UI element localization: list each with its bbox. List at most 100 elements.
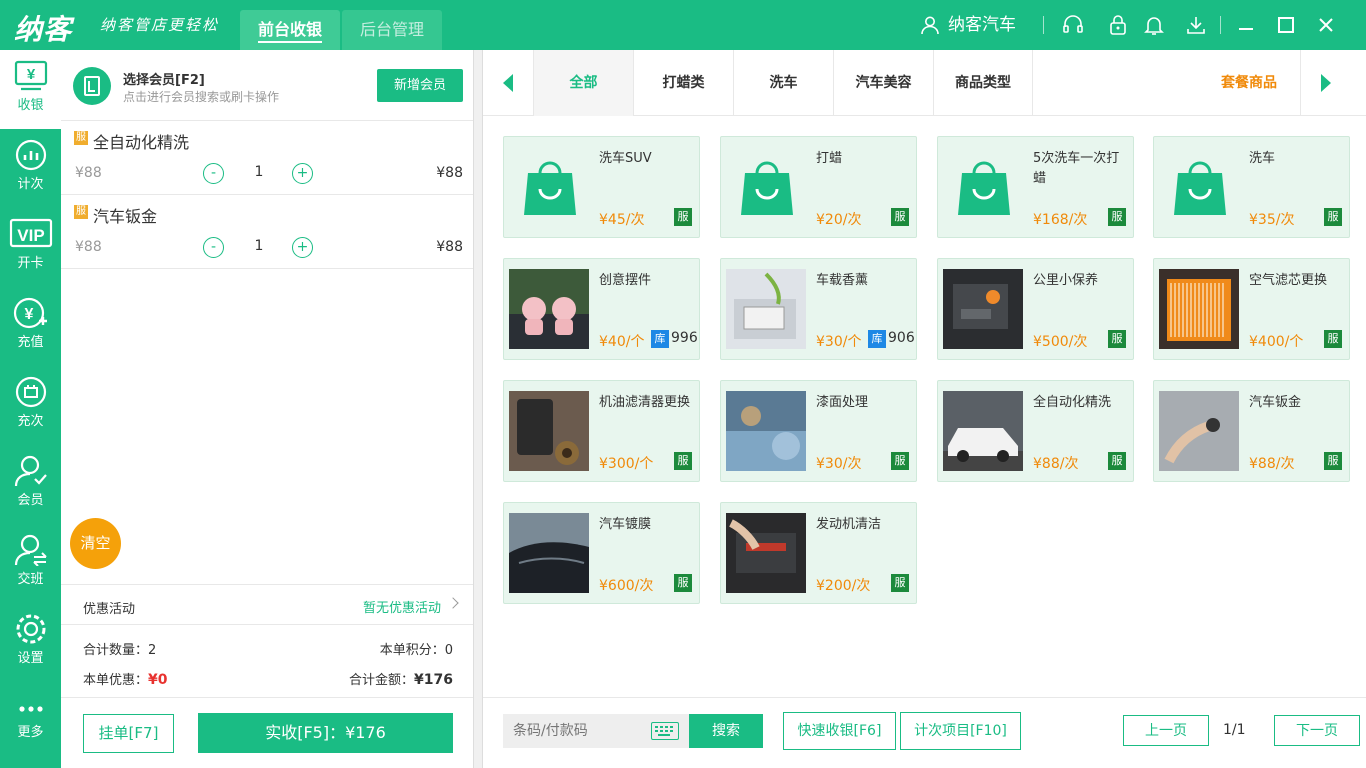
product-card[interactable]: 打蜡 ¥20/次 服 <box>720 136 917 238</box>
sidebar-item-settings[interactable]: 设置 <box>0 603 61 682</box>
product-card[interactable]: 发动机清洁 ¥200/次 服 <box>720 502 917 604</box>
product-name: 5次洗车一次打蜡 <box>1033 151 1120 186</box>
cart-panel: 选择会员[F2] 点击进行会员搜索或刷卡操作 新增会员 服 全自动化精洗 ¥88… <box>61 50 473 768</box>
sidebar-item-shift[interactable]: 交班 <box>0 524 61 603</box>
promo-value: 暂无优惠活动 <box>362 601 441 616</box>
order-points: 本单积分：0 <box>380 639 453 658</box>
member-title: 选择会员[F2] <box>123 73 205 88</box>
product-price: ¥30/个 <box>816 334 862 350</box>
sidebar-label: 更多 <box>17 725 44 740</box>
sidebar-item-more[interactable]: 更多 <box>0 689 61 768</box>
member-selector[interactable]: 选择会员[F2] 点击进行会员搜索或刷卡操作 新增会员 <box>61 50 473 121</box>
total-qty-label: 合计数量： <box>83 643 149 658</box>
maximize-icon[interactable] <box>1275 14 1297 36</box>
tab-combo[interactable]: 套餐商品 <box>1199 50 1299 116</box>
shopping-bag-icon <box>958 161 1010 215</box>
add-member-button[interactable]: 新增会员 <box>377 69 463 102</box>
decrease-qty-button[interactable]: - <box>203 237 224 258</box>
sidebar-item-count[interactable]: 计次 <box>0 129 61 208</box>
product-card[interactable]: 公里小保养 ¥500/次 服 <box>937 258 1134 360</box>
shopping-bag-icon <box>1174 161 1226 215</box>
product-card[interactable]: 空气滤芯更换 ¥400/个 服 <box>1153 258 1350 360</box>
barcode-input[interactable] <box>503 714 643 748</box>
lock-icon[interactable] <box>1107 14 1129 36</box>
product-card[interactable]: 洗车 ¥35/次 服 <box>1153 136 1350 238</box>
decrease-qty-button[interactable]: - <box>203 163 224 184</box>
tab-car-wash[interactable]: 洗车 <box>733 50 833 116</box>
increase-qty-button[interactable]: + <box>292 237 313 258</box>
product-photo <box>726 269 806 349</box>
sidebar-item-open-card[interactable]: VIP 开卡 <box>0 208 61 287</box>
pay-button[interactable]: 实收[F5]：¥176 <box>198 713 453 753</box>
product-card[interactable]: 汽车钣金 ¥88/次 服 <box>1153 380 1350 482</box>
service-badge: 服 <box>674 452 692 470</box>
product-card[interactable]: 机油滤清器更换 ¥300/个 服 <box>503 380 700 482</box>
cart-item-price: ¥88 <box>75 239 102 255</box>
settings-icon <box>16 614 45 644</box>
product-card[interactable]: 创意摆件 ¥40/个库 996 <box>503 258 700 360</box>
search-button[interactable]: 搜索 <box>689 714 763 748</box>
sidebar-item-recharge-count[interactable]: 充次 <box>0 366 61 445</box>
search-box <box>503 714 689 748</box>
tab-car-beauty[interactable]: 汽车美容 <box>833 50 933 116</box>
product-name: 发动机清洁 <box>816 517 882 532</box>
panel-splitter[interactable] <box>473 50 483 768</box>
product-photo <box>509 269 589 349</box>
service-badge: 服 <box>1108 208 1126 226</box>
stock-count: 库 996 <box>651 330 698 348</box>
stock-count: 库 906 <box>868 330 915 348</box>
user-menu[interactable]: 纳客汽车 <box>920 0 1016 50</box>
sidebar-item-recharge[interactable]: ¥ 充值 <box>0 287 61 366</box>
product-card[interactable]: 5次洗车一次打蜡 ¥168/次 服 <box>937 136 1134 238</box>
next-page-button[interactable]: 下一页 <box>1274 715 1360 746</box>
product-card[interactable]: 车载香薰 ¥30/个库 906 <box>720 258 917 360</box>
sidebar-item-cashier[interactable]: ¥ 收银 <box>0 50 61 129</box>
product-price: ¥200/次 <box>816 578 871 594</box>
count-items-button[interactable]: 计次项目[F10] <box>900 712 1021 750</box>
product-card[interactable]: 全自动化精洗 ¥88/次 服 <box>937 380 1134 482</box>
product-photo <box>726 513 806 593</box>
tab-back-office[interactable]: 后台管理 <box>342 10 442 50</box>
product-card[interactable]: 洗车SUV ¥45/次 服 <box>503 136 700 238</box>
product-photo <box>1159 391 1239 471</box>
tab-front-cashier[interactable]: 前台收银 <box>240 10 340 50</box>
app-logo: 纳客 <box>14 13 73 46</box>
keyboard-icon[interactable] <box>651 722 679 740</box>
quick-pay-button[interactable]: 快速收银[F6] <box>783 712 896 750</box>
bell-icon[interactable] <box>1143 14 1165 36</box>
cart-item-name: 全自动化精洗 <box>93 133 190 152</box>
product-photo <box>943 391 1023 471</box>
cart-item-total: ¥88 <box>436 239 463 255</box>
category-prev-button[interactable] <box>483 50 533 116</box>
tab-goods-type[interactable]: 商品类型 <box>933 50 1033 116</box>
service-badge: 服 <box>1324 452 1342 470</box>
prev-page-button[interactable]: 上一页 <box>1123 715 1209 746</box>
close-icon[interactable] <box>1315 14 1337 36</box>
product-name: 机油滤清器更换 <box>599 395 691 410</box>
category-next-button[interactable] <box>1300 50 1350 116</box>
clear-cart-button[interactable]: 清空 <box>70 518 121 569</box>
sidebar-item-member[interactable]: 会员 <box>0 445 61 524</box>
tab-all[interactable]: 全部 <box>533 50 633 116</box>
product-image <box>956 159 1012 221</box>
svg-text:¥: ¥ <box>24 306 33 323</box>
cart-item-qty[interactable]: 1 <box>249 164 269 180</box>
arrow-left-icon <box>503 74 513 92</box>
product-card[interactable]: 汽车镀膜 ¥600/次 服 <box>503 502 700 604</box>
promo-label: 优惠活动 <box>83 602 136 617</box>
cart-item[interactable]: 服 全自动化精洗 ¥88 - 1 + ¥88 <box>61 121 473 195</box>
minimize-icon[interactable] <box>1235 14 1257 36</box>
product-price: ¥45/次 <box>599 212 645 228</box>
product-photo <box>509 391 589 471</box>
promotion-row[interactable]: 优惠活动 暂无优惠活动 <box>61 584 473 625</box>
headset-icon[interactable] <box>1062 14 1084 36</box>
cart-item[interactable]: 服 汽车钣金 ¥88 - 1 + ¥88 <box>61 195 473 269</box>
increase-qty-button[interactable]: + <box>292 163 313 184</box>
cart-item-qty[interactable]: 1 <box>249 238 269 254</box>
download-icon[interactable] <box>1185 14 1207 36</box>
cashier-icon: ¥ <box>14 60 47 91</box>
service-badge: 服 <box>1108 330 1126 348</box>
tab-waxing[interactable]: 打蜡类 <box>633 50 733 116</box>
hold-order-button[interactable]: 挂单[F7] <box>83 714 174 753</box>
product-card[interactable]: 漆面处理 ¥30/次 服 <box>720 380 917 482</box>
